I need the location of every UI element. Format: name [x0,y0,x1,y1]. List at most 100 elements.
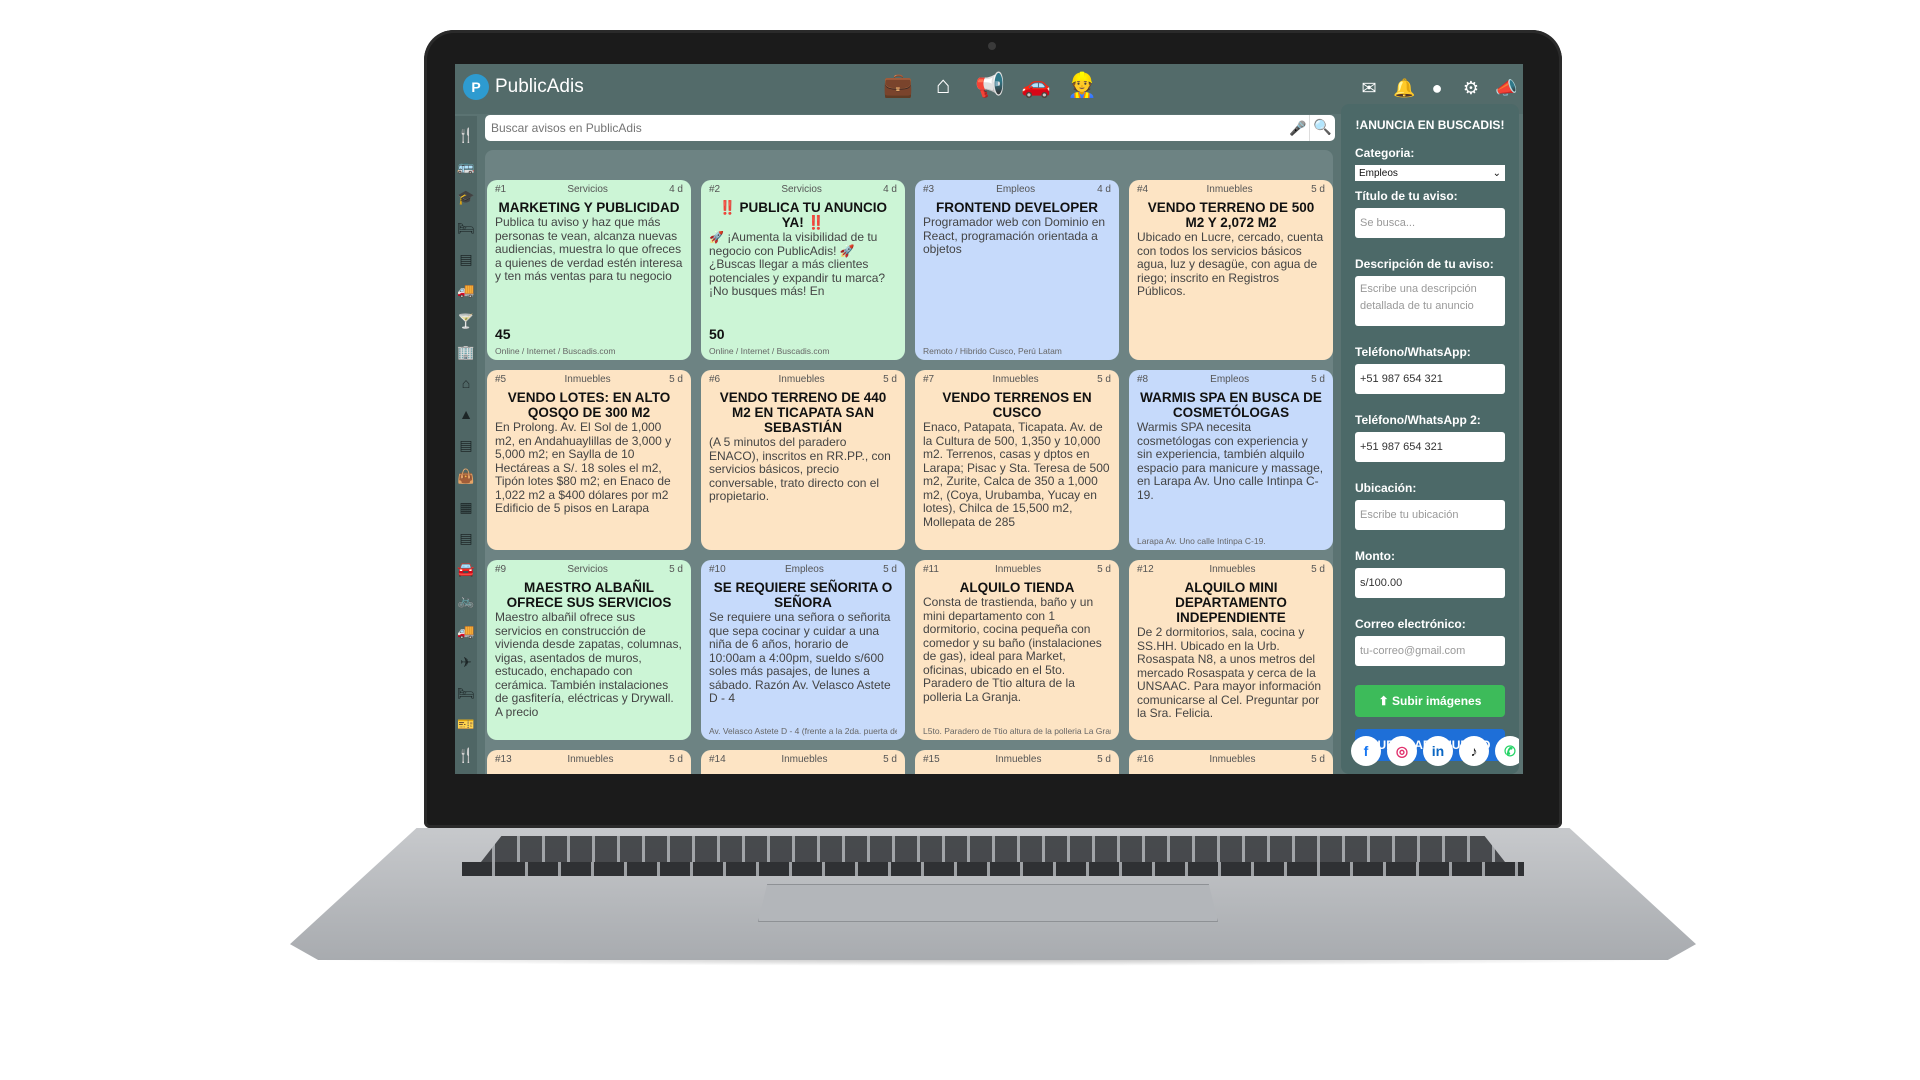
ad-category: Inmuebles [1206,184,1253,195]
house-icon[interactable]: ⌂ [929,72,957,100]
instagram-icon[interactable]: ◎ [1387,736,1417,766]
truck-icon[interactable]: 🚚 [457,279,474,302]
ad-title: MAESTRO ALBAÑIL OFRECE SUS SERVICIOS [506,580,672,610]
cocktail-icon[interactable]: 🍸 [457,310,474,333]
ad-card-header: #4 Inmuebles 5 d [1137,184,1325,198]
ad-card[interactable]: #10 Empleos 5 d SE REQUIERE SEÑORITA O SEÑO… [701,560,905,740]
bed-icon[interactable]: 🛏 [457,217,475,240]
microphone-icon[interactable]: 🎤 [1287,120,1309,137]
ad-number: #8 [1137,374,1149,385]
ad-price: 45 [495,326,511,342]
phone2-label: Teléfono/WhatsApp 2: [1355,413,1481,427]
upload-images-button[interactable]: ⬆ Subir imágenes [1355,685,1505,717]
restaurant-icon[interactable]: 🍴 [457,744,474,767]
gear-icon[interactable]: ⚙ [1461,78,1481,99]
whatsapp-icon[interactable]: ✆ [1495,736,1519,766]
ad-card[interactable]: #3 Empleos 4 d FRONTEND DEVELOPER Programado… [915,180,1119,360]
ad-category: Empleos [1210,374,1250,385]
amount-label: Monto: [1355,549,1395,563]
store-icon[interactable]: ▤ [459,248,472,271]
ad-description: De 2 dormitorios, sala, cocina y SS.HH. … [1137,626,1322,720]
ad-number: #13 [495,754,512,765]
megaphone-icon[interactable]: 📢 [975,72,1005,100]
plane-icon[interactable]: ✈ [460,651,472,674]
graduation-icon[interactable]: 🎓 [457,186,474,209]
amount-input[interactable]: s/100.00 [1355,568,1505,598]
phone-input[interactable]: +51 987 654 321 [1355,364,1505,394]
ad-category: Empleos [996,184,1036,195]
ad-age: 5 d [1097,374,1111,385]
ad-card[interactable]: #15 Inmuebles 5 d [915,750,1119,774]
shop-icon[interactable]: ▤ [459,434,472,457]
ad-age: 5 d [1311,564,1325,575]
description-textarea[interactable]: Escribe una descripción detallada de tu … [1355,276,1505,326]
user-icon[interactable]: ● [1427,78,1447,99]
ad-age: 5 d [669,374,683,385]
ad-card[interactable]: #1 Servicios 4 d MARKETING Y PUBLICIDAD Publ… [487,180,691,360]
ad-title: ALQUILO TIENDA [959,580,1075,595]
ad-card[interactable]: #7 Inmuebles 5 d VENDO TERRENOS EN CUSCO Ena… [915,370,1119,550]
ad-category: Servicios [567,184,608,195]
ad-age: 5 d [1311,374,1325,385]
linkedin-icon[interactable]: in [1423,736,1453,766]
app-logo[interactable]: P PublicAdis [463,74,584,100]
ad-card[interactable]: #9 Servicios 5 d MAESTRO ALBAÑIL OFRECE SUS… [487,560,691,740]
ad-card[interactable]: #14 Inmuebles 5 d [701,750,905,774]
ad-number: #7 [923,374,935,385]
ad-card[interactable]: #5 Inmuebles 5 d VENDO LOTES: EN ALTO QOSQO… [487,370,691,550]
fork-knife-icon[interactable]: 🍴 [457,124,474,147]
ad-card-header: #16 Inmuebles 5 d [1137,754,1325,768]
search-button[interactable]: 🔍 [1309,115,1335,141]
ad-category: Inmuebles [994,564,1042,575]
category-select[interactable]: Empleos ⌄ [1355,165,1505,181]
ad-price: 50 [709,326,725,342]
email-input[interactable]: tu-correo@gmail.com [1355,636,1505,666]
search-input[interactable] [485,116,1287,140]
delivery-icon[interactable]: 🚚 [457,620,474,643]
home-icon[interactable]: ⌂ [462,372,470,395]
bus-icon[interactable]: 🚌 [457,155,474,178]
bike-icon[interactable]: 🚲 [457,589,474,612]
ad-card[interactable]: #8 Empleos 5 d WARMIS SPA EN BUSCA DE COSME… [1129,370,1333,550]
building-icon[interactable]: 🏢 [457,341,474,364]
ad-card[interactable]: #11 Inmuebles 5 d ALQUILO TIENDA Consta de t… [915,560,1119,740]
ticket-icon[interactable]: 🎫 [457,713,474,736]
ad-card[interactable]: #4 Inmuebles 5 d VENDO TERRENO DE 500 M2 Y … [1129,180,1333,360]
category-label: Categoria: [1355,146,1415,160]
ad-card[interactable]: #16 Inmuebles 5 d [1129,750,1333,774]
ad-card[interactable]: #6 Inmuebles 5 d VENDO TERRENO DE 440 M2 EN… [701,370,905,550]
car-icon[interactable]: 🚘 [457,558,474,581]
ad-category: Inmuebles [1209,754,1256,765]
ad-card-header: #1 Servicios 4 d [495,184,683,198]
phone2-input[interactable]: +51 987 654 321 [1355,432,1505,462]
hotel-icon[interactable]: 🛏 [457,682,475,705]
briefcase-icon[interactable]: 💼 [883,72,913,100]
ad-card[interactable]: #13 Inmuebles 5 d [487,750,691,774]
title-label: Título de tu aviso: [1355,189,1458,203]
car-icon[interactable]: 🚗 [1021,72,1051,100]
market-icon[interactable]: ▤ [459,527,472,550]
facebook-icon[interactable]: f [1351,736,1381,766]
ad-description: Enaco, Patapata, Ticapata. Av. de la Cul… [923,421,1110,529]
mountain-icon[interactable]: ▲ [459,403,473,426]
phone-label: Teléfono/WhatsApp: [1355,345,1471,359]
ad-age: 5 d [883,754,897,765]
ad-title: ‼️ PUBLICA TU ANUNCIO YA! ‼️ [718,200,888,230]
bell-icon[interactable]: 🔔 [1393,78,1415,99]
ad-card-header: #2 Servicios 4 d [709,184,897,198]
ad-card[interactable]: #2 Servicios 4 d ‼️ PUBLICA TU ANUNCIO YA! … [701,180,905,360]
ad-card[interactable]: #12 Inmuebles 5 d ALQUILO MINI DEPARTAMENTO… [1129,560,1333,740]
ad-location: Remoto / Hibrido Cusco, Perú Latam [923,346,1062,356]
calendar-icon[interactable]: ▦ [459,496,472,519]
ad-description: Maestro albañil ofrece sus servicios en … [495,611,682,719]
location-input[interactable]: Escribe tu ubicación [1355,500,1505,530]
ad-age: 5 d [1097,754,1111,765]
ad-age: 4 d [1097,184,1111,195]
tiktok-icon[interactable]: ♪ [1459,736,1489,766]
announce-icon[interactable]: 📣 [1495,78,1517,99]
worker-icon[interactable]: 👷 [1067,72,1097,100]
ad-category: Servicios [781,184,822,195]
title-input[interactable]: Se busca... [1355,208,1505,238]
mail-icon[interactable]: ✉ [1359,78,1379,99]
bag-icon[interactable]: 👜 [457,465,474,488]
